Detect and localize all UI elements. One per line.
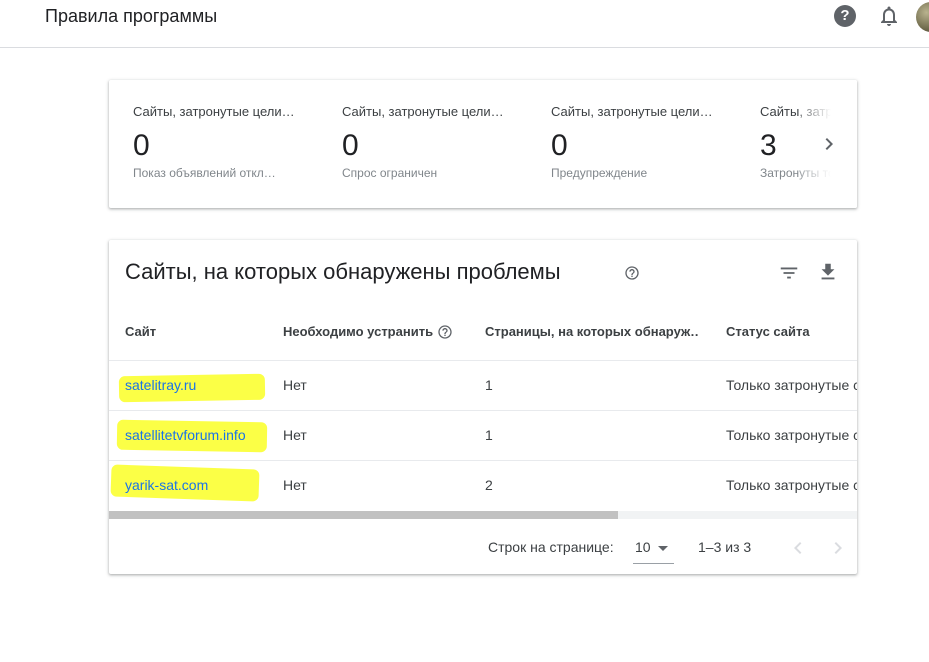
metric-label: Сайты, затронутые цели…: [133, 104, 295, 119]
metric-value: 0: [551, 129, 568, 162]
rows-per-page-label: Строк на странице:: [488, 539, 614, 555]
status-cell: Только затронутые с: [726, 477, 857, 493]
chevron-right-icon[interactable]: [826, 536, 850, 560]
help-outline-icon[interactable]: [624, 265, 640, 281]
site-link[interactable]: satellitetvforum.info: [125, 427, 265, 443]
must-fix-cell: Нет: [283, 477, 307, 493]
status-cell: Только затронутые с: [726, 427, 857, 443]
column-header-status[interactable]: Статус сайта: [726, 324, 857, 339]
page-title: Правила программы: [45, 6, 218, 26]
pages-count-cell: 2: [485, 477, 493, 493]
metric-subtitle: Показ объявлений откл…: [133, 166, 276, 180]
site-link[interactable]: yarik-sat.com: [125, 477, 265, 493]
metric-label: Сайты, затронутые цели…: [342, 104, 504, 119]
summary-card: Сайты, затронутые цели… 0 Показ объявлен…: [109, 80, 857, 208]
rows-per-page-select[interactable]: 10: [633, 531, 674, 564]
help-icon[interactable]: ?: [834, 5, 856, 27]
must-fix-cell: Нет: [283, 377, 307, 393]
rows-per-page-value: 10: [635, 539, 651, 555]
site-link[interactable]: satelitray.ru: [125, 377, 265, 393]
top-app-bar: Правила программы ?: [0, 0, 929, 48]
metric-value: 0: [342, 129, 359, 162]
horizontal-scrollbar-thumb[interactable]: [109, 511, 618, 519]
column-header-must-fix[interactable]: Необходимо устранить: [283, 324, 433, 339]
pages-count-cell: 1: [485, 377, 493, 393]
column-header-pages[interactable]: Страницы, на которых обнаруж…: [485, 324, 699, 339]
caret-down-icon: [658, 546, 668, 551]
table-title: Сайты, на которых обнаружены проблемы: [125, 259, 561, 284]
metric-value: 0: [133, 129, 150, 162]
metric-value: 3: [760, 129, 777, 162]
pagination-range: 1–3 из 3: [698, 539, 752, 555]
column-header-site[interactable]: Сайт: [125, 324, 265, 339]
chevron-left-icon[interactable]: [786, 536, 810, 560]
chevron-right-icon[interactable]: [817, 132, 841, 156]
metric-subtitle: Предупреждение: [551, 166, 648, 180]
filter-icon[interactable]: [778, 262, 800, 284]
table-row[interactable]: yarik-sat.com Нет 2 Только затронутые с: [109, 460, 857, 510]
table-row[interactable]: satellitetvforum.info Нет 1 Только затро…: [109, 410, 857, 460]
help-outline-icon[interactable]: [437, 324, 453, 340]
metric-label: Сайты, затронутые цели…: [551, 104, 713, 119]
notifications-bell-icon[interactable]: [877, 4, 901, 28]
status-cell: Только затронутые с: [726, 377, 857, 393]
download-icon[interactable]: [817, 261, 839, 283]
must-fix-cell: Нет: [283, 427, 307, 443]
pages-count-cell: 1: [485, 427, 493, 443]
issues-table-card: Сайты, на которых обнаружены проблемы Са…: [109, 240, 857, 574]
table-row[interactable]: satelitray.ru Нет 1 Только затронутые с: [109, 360, 857, 410]
avatar[interactable]: [916, 2, 929, 32]
metric-subtitle: Спрос ограничен: [342, 166, 438, 180]
